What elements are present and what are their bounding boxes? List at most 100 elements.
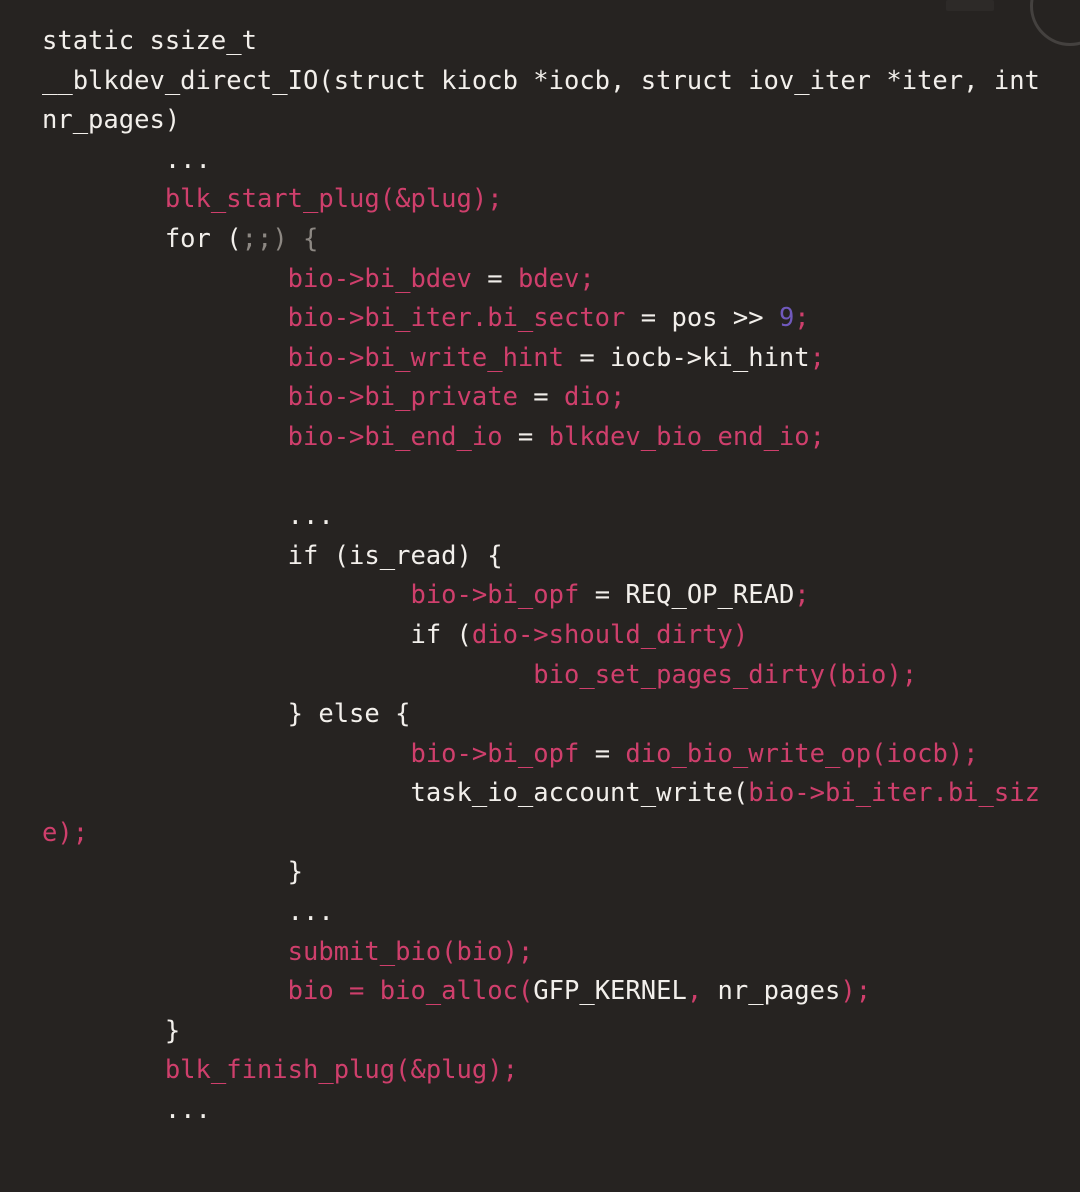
code-token-dots: ... — [164, 144, 211, 175]
code-line: __blkdev_direct_IO(struct kiocb *iocb, s… — [42, 62, 1042, 141]
code-block[interactable]: static ssize_t __blkdev_direct_IO(struct … — [42, 22, 1042, 1131]
code-line: bio_set_pages_dirty(bio); — [42, 656, 1042, 696]
code-token-ident: submit_bio(bio); — [287, 936, 534, 967]
code-viewer-surface: static ssize_t __blkdev_direct_IO(struct … — [0, 0, 1080, 1192]
code-line: bio->bi_opf = REQ_OP_READ; — [42, 576, 1042, 616]
code-token-plain: = — [517, 382, 564, 413]
code-token-punct: ;; — [241, 223, 273, 254]
code-token-ident: dio->should_dirty) — [471, 619, 749, 650]
code-token-plain: __blkdev_direct_IO(struct kiocb *iocb, s… — [42, 65, 1056, 136]
code-token-plain: task_io_account_write( — [410, 778, 749, 809]
code-token-dots: ... — [164, 1095, 211, 1126]
code-line: submit_bio(bio); — [42, 933, 1042, 973]
code-token-plain: } — [287, 857, 303, 888]
code-token-dots: ... — [287, 501, 334, 532]
code-line: task_io_account_write(bio->bi_iter.bi_si… — [42, 774, 1042, 853]
code-token-ident: bio->bi_bdev — [287, 263, 472, 294]
code-token-plain: nr_pages — [717, 976, 841, 1007]
code-token-ident: bio->bi_opf — [410, 738, 580, 769]
code-token-plain: GFP_KERNEL — [533, 976, 687, 1007]
code-token-pink: , — [686, 976, 718, 1007]
code-token-dots: ... — [287, 897, 334, 928]
code-token-ident: bio->bi_write_hint — [287, 342, 564, 373]
code-line: blk_finish_plug(&plug); — [42, 1051, 1042, 1091]
code-token-ident: dio_bio_write_op(iocb); — [625, 738, 979, 769]
code-line-blank: ​ — [42, 458, 1042, 498]
code-token-plain: ( — [226, 223, 242, 254]
code-token-plain: } else { — [287, 699, 411, 730]
code-token-num: 9 — [778, 303, 795, 334]
code-token-plain: for — [164, 223, 227, 254]
code-line: bio = bio_alloc(GFP_KERNEL, nr_pages); — [42, 972, 1042, 1012]
code-token-plain: static ssize_t — [42, 26, 257, 56]
code-line: bio->bi_write_hint = iocb->ki_hint; — [42, 339, 1042, 379]
code-token-plain: = pos >> — [625, 303, 779, 334]
code-token-plain: = — [502, 421, 549, 452]
code-token-punct: { — [303, 223, 319, 254]
code-token-plain: = REQ_OP_READ — [579, 580, 795, 611]
code-token-pink: ) — [840, 976, 856, 1007]
code-line: } — [42, 853, 1042, 893]
code-line: bio->bi_private = dio; — [42, 378, 1042, 418]
code-token-pink: ; — [809, 342, 825, 373]
code-line: if (dio->should_dirty) — [42, 616, 1042, 656]
code-line: bio->bi_iter.bi_sector = pos >> 9; — [42, 299, 1042, 339]
code-token-ident: bio->bi_opf — [410, 580, 580, 611]
code-token-plain: if (is_read) { — [287, 540, 503, 571]
code-token-ident: bio->bi_iter.bi_sector — [287, 303, 626, 334]
code-line: blk_start_plug(&plug); — [42, 180, 1042, 220]
code-line: ... — [42, 1091, 1042, 1131]
code-token-plain: = iocb->ki_hint — [563, 342, 810, 373]
code-line: bio->bi_bdev = bdev; — [42, 260, 1042, 300]
code-token-ident: bio_set_pages_dirty(bio); — [533, 659, 918, 690]
code-token-pink: ; — [855, 976, 872, 1007]
code-token-ident: dio; — [564, 382, 626, 413]
code-line: static ssize_t — [42, 22, 1042, 62]
code-token-plain: = — [471, 263, 518, 294]
code-line: } — [42, 1012, 1042, 1052]
code-token-pink: ; — [794, 580, 810, 611]
code-line: for (;;) { — [42, 220, 1042, 260]
code-line: ... — [42, 497, 1042, 537]
code-line: if (is_read) { — [42, 537, 1042, 577]
code-token-ident: bio->bi_private — [287, 382, 518, 413]
code-line: bio->bi_opf = dio_bio_write_op(iocb); — [42, 735, 1042, 775]
code-line: ... — [42, 141, 1042, 181]
code-line: ... — [42, 893, 1042, 933]
code-token-pink: ; — [794, 303, 810, 334]
code-line: } else { — [42, 695, 1042, 735]
code-line: bio->bi_end_io = blkdev_bio_end_io; — [42, 418, 1042, 458]
code-token-ident: bio = bio_alloc( — [287, 976, 534, 1007]
code-token-plain: = — [579, 738, 626, 769]
code-token-ident: bdev; — [517, 263, 595, 294]
code-token-plain: } — [164, 1015, 181, 1046]
code-token-ident: blkdev_bio_end_io; — [548, 421, 825, 452]
code-token-ident: blk_start_plug(&plug); — [164, 184, 503, 215]
code-token-ident: bio->bi_end_io — [287, 421, 503, 452]
code-token-plain: if ( — [410, 619, 472, 650]
code-token-ident: blk_finish_plug(&plug); — [164, 1055, 518, 1086]
